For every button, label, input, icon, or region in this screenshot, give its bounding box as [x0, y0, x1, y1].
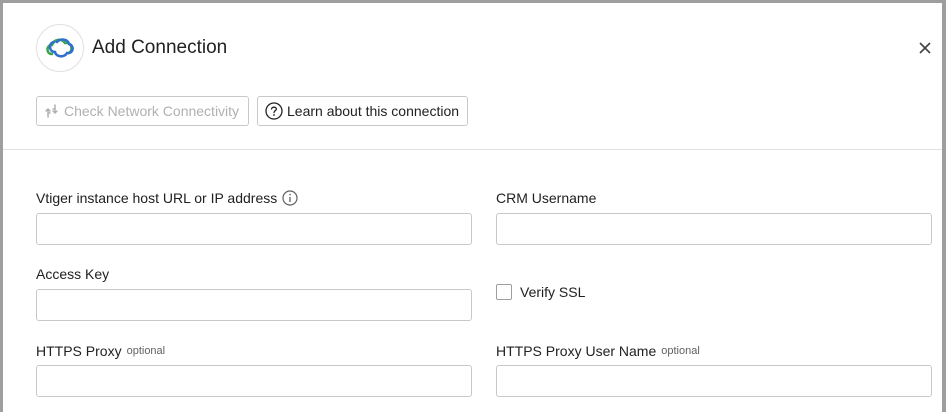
proxy-user-label: HTTPS Proxy User Name optional — [496, 343, 700, 359]
network-check-icon — [44, 103, 60, 119]
crm-username-label: CRM Username — [496, 190, 597, 206]
dialog-title: Add Connection — [92, 37, 228, 58]
https-proxy-input[interactable] — [36, 365, 472, 397]
close-icon — [919, 42, 931, 54]
verify-ssl-checkbox[interactable] — [496, 284, 512, 300]
host-url-label: Vtiger instance host URL or IP address — [36, 189, 298, 207]
access-key-input[interactable] — [36, 289, 472, 321]
check-network-button[interactable]: Check Network Connectivity — [36, 96, 249, 126]
help-circle-icon — [265, 102, 283, 120]
check-network-label: Check Network Connectivity — [64, 103, 240, 119]
optional-tag: optional — [661, 345, 700, 357]
https-proxy-label: HTTPS Proxy optional — [36, 343, 166, 359]
vtiger-logo-icon — [36, 24, 84, 72]
learn-about-connection-label: Learn about this connection — [287, 103, 460, 119]
optional-tag: optional — [126, 345, 166, 357]
verify-ssl-label: Verify SSL — [520, 284, 586, 300]
info-icon[interactable] — [282, 190, 298, 206]
host-url-input[interactable] — [36, 213, 472, 245]
dialog-header: Add Connection Check Network Connectivit… — [3, 3, 942, 150]
crm-username-input[interactable] — [496, 213, 932, 245]
add-connection-dialog: Add Connection Check Network Connectivit… — [3, 3, 942, 412]
proxy-user-input[interactable] — [496, 365, 932, 397]
access-key-label: Access Key — [36, 266, 110, 282]
learn-about-connection-button[interactable]: Learn about this connection — [257, 96, 468, 126]
close-button[interactable] — [914, 37, 936, 59]
